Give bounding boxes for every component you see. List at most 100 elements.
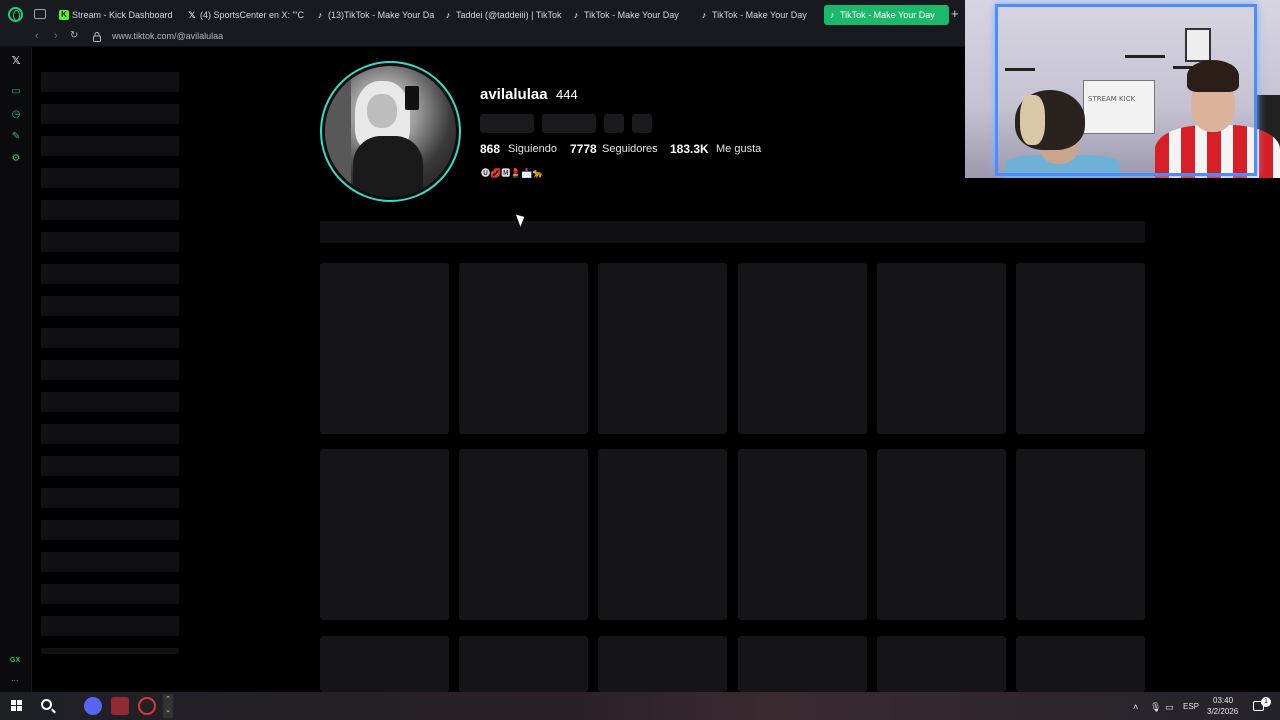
tiktok-icon: ♪ [573, 10, 579, 20]
windows-taskbar: ⌃ ⌄ ˄ 🎙 ▭ ESP 03:40 3/2/2026 1 [0, 692, 1280, 720]
extensions-icon[interactable]: ✎ [9, 130, 23, 144]
more-icon[interactable]: ... [11, 673, 19, 683]
profile-username: avilalulaa [480, 86, 548, 103]
tab-label: (4) SportsCenter en X: "'C [200, 10, 304, 20]
video-thumbnail-skeleton[interactable] [738, 263, 867, 434]
settings-icon[interactable]: ⚙ [9, 152, 23, 166]
video-thumbnail-skeleton[interactable] [598, 263, 727, 434]
clock-time[interactable]: 03:40 [1213, 696, 1233, 705]
tab-label: Taddei (@taddeiii) | TikTok [456, 10, 562, 20]
video-thumbnail-skeleton[interactable] [320, 449, 449, 620]
webcam-overlay: STREAM KICK [965, 0, 1280, 178]
nav-skeleton-item [41, 136, 179, 156]
video-thumbnail-skeleton[interactable] [598, 636, 727, 692]
tab-tiktok[interactable]: ♪ TikTok - Make Your Day [568, 5, 693, 25]
action-button-skeleton [632, 114, 652, 133]
video-thumbnail-skeleton[interactable] [738, 636, 867, 692]
video-thumbnail-skeleton[interactable] [459, 636, 588, 692]
video-thumbnail-skeleton[interactable] [320, 636, 449, 692]
nav-skeleton-item [41, 168, 179, 188]
nav-skeleton-item [41, 200, 179, 220]
likes-label: Me gusta [716, 143, 762, 155]
taskbar-scroll-icon[interactable]: ⌃ ⌄ [163, 694, 173, 718]
video-thumbnail-skeleton[interactable] [877, 636, 1006, 692]
video-thumbnail-skeleton[interactable] [320, 263, 449, 434]
history-icon[interactable]: ◷ [9, 108, 23, 122]
search-icon[interactable] [41, 699, 52, 710]
nav-skeleton-item [41, 392, 179, 412]
nav-skeleton-item [41, 72, 179, 92]
tab-sportscenter[interactable]: 𝕏 (4) SportsCenter en X: "'C [184, 5, 309, 25]
nav-skeleton-item [41, 584, 179, 604]
video-thumbnail-skeleton[interactable] [598, 449, 727, 620]
clock-date[interactable]: 3/2/2026 [1207, 707, 1238, 716]
likes-count: 183.3K [670, 142, 709, 156]
forward-icon[interactable]: › [54, 30, 58, 42]
profile-bio: 🅤💋🅼💄📩🐆 [481, 168, 544, 178]
x-icon: 𝕏 [188, 10, 196, 20]
nav-skeleton-item [41, 616, 179, 636]
address-bar: ‹ › ↻ www.tiktok.com/@avilalulaa [0, 28, 965, 47]
chevron-up-icon[interactable]: ˄ [1133, 702, 1138, 712]
new-tab-button[interactable]: + [951, 6, 959, 21]
profile-avatar[interactable] [320, 61, 461, 202]
followers-count[interactable]: 7778 [570, 142, 597, 156]
tab-label: (13)TikTok - Make Your Da [328, 10, 435, 20]
tiktok-icon: ♪ [701, 10, 707, 20]
nav-skeleton-item [41, 264, 179, 284]
tab-label: TikTok - Make Your Day [584, 10, 679, 20]
nav-skeleton-item [41, 328, 179, 348]
video-thumbnail-skeleton[interactable] [1016, 636, 1145, 692]
avatar-photo [325, 66, 456, 197]
tab-tiktok[interactable]: ♪ TikTok - Make Your Day [696, 5, 821, 25]
tab-tiktok-active[interactable]: ♪ TikTok - Make Your Day [824, 5, 949, 25]
tab-label: Stream - Kick Dashboard [72, 10, 173, 20]
follow-button-skeleton [480, 114, 534, 133]
back-icon[interactable]: ‹ [35, 30, 39, 42]
tab-switcher-icon[interactable] [34, 9, 46, 19]
nav-skeleton-item [41, 488, 179, 508]
video-thumbnail-skeleton[interactable] [877, 449, 1006, 620]
opera-gx-logo-icon[interactable] [8, 7, 23, 22]
network-icon[interactable]: ▭ [1165, 702, 1174, 713]
discord-icon[interactable] [84, 697, 102, 715]
profile-display-name: 444 [556, 87, 578, 102]
video-thumbnail-skeleton[interactable] [738, 449, 867, 620]
microphone-icon[interactable]: 🎙 [1150, 702, 1161, 713]
player-icon[interactable]: ▭ [9, 85, 23, 99]
nav-skeleton-item [41, 520, 179, 540]
video-thumbnail-skeleton[interactable] [1016, 449, 1145, 620]
tiktok-icon: ♪ [829, 10, 835, 20]
tab-bar: K Stream - Kick Dashboard 𝕏 (4) SportsCe… [0, 0, 965, 28]
tab-taddei[interactable]: ♪ Taddei (@taddeiii) | TikTok [440, 5, 565, 25]
nav-skeleton-item [41, 648, 179, 654]
reload-icon[interactable]: ↻ [70, 30, 78, 41]
nav-skeleton-item [41, 104, 179, 124]
followers-label: Seguidores [602, 143, 658, 155]
nav-skeleton-item [41, 456, 179, 476]
video-thumbnail-skeleton[interactable] [459, 449, 588, 620]
following-count[interactable]: 868 [480, 142, 500, 156]
tab-label: TikTok - Make Your Day [712, 10, 807, 20]
led-frame [995, 4, 1257, 176]
tab-kick-dashboard[interactable]: K Stream - Kick Dashboard [56, 5, 181, 25]
windows-start-icon[interactable] [11, 700, 22, 711]
nav-skeleton-item [41, 552, 179, 572]
language-indicator[interactable]: ESP [1183, 702, 1199, 711]
kick-icon: K [59, 10, 69, 20]
x-sidebar-icon[interactable]: 𝕏 [9, 54, 23, 68]
video-thumbnail-skeleton[interactable] [1016, 263, 1145, 434]
tab-tiktok-13[interactable]: ♪ (13)TikTok - Make Your Da [312, 5, 437, 25]
nav-skeleton-item [41, 296, 179, 316]
tiktok-icon: ♪ [445, 10, 451, 20]
gx-corner-label[interactable]: GX [10, 657, 20, 664]
message-button-skeleton [542, 114, 596, 133]
opera-gx-icon[interactable] [138, 697, 156, 715]
notification-badge: 1 [1261, 697, 1271, 707]
video-thumbnail-skeleton[interactable] [459, 263, 588, 434]
following-label: Siguiendo [508, 143, 557, 155]
app-icon[interactable] [111, 697, 129, 715]
nav-skeleton-item [41, 232, 179, 252]
url-input[interactable]: www.tiktok.com/@avilalulaa [112, 31, 223, 41]
video-thumbnail-skeleton[interactable] [877, 263, 1006, 434]
